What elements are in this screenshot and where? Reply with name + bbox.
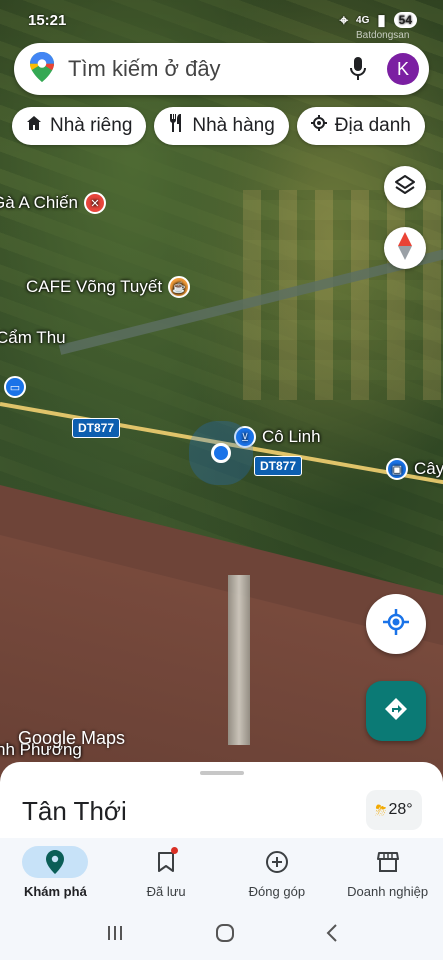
directions-icon (384, 697, 408, 726)
restaurant-icon (168, 114, 184, 138)
place-label[interactable]: Cẩm Thu (0, 328, 66, 348)
bottom-nav: Khám phá Đã lưu Đóng góp Doanh nghiệp (0, 838, 443, 910)
poi-restaurant[interactable]: Gà A Chiến ✕ (0, 192, 107, 214)
explore-pin-icon (22, 846, 89, 878)
poi-label: Cô Linh (262, 427, 321, 446)
weather-temp: 28° (388, 801, 413, 818)
nav-contribute[interactable]: Đóng góp (222, 838, 333, 910)
nav-label: Đóng góp (248, 884, 306, 899)
avatar[interactable]: K (387, 53, 419, 85)
thunderstorm-icon: ⛈ (375, 801, 387, 818)
compass-icon (398, 231, 412, 265)
poi-cafe[interactable]: CAFE Võng Tuyết ☕ (26, 276, 191, 298)
microphone-icon[interactable] (341, 52, 375, 86)
chip-landmark[interactable]: Địa danh (296, 107, 425, 145)
layers-button[interactable] (384, 166, 426, 208)
store-icon (355, 846, 421, 878)
notification-dot (170, 847, 178, 854)
network-indicator: 4G (356, 14, 370, 26)
cafe-icon: ☕ (168, 276, 191, 298)
home-button-icon[interactable] (215, 923, 235, 948)
poi-label: Gà A Chiến (0, 193, 79, 212)
my-location-icon (383, 608, 409, 640)
system-nav-bar (0, 910, 443, 960)
poi-label: CAFE Võng Tuyết (26, 277, 163, 296)
chip-home[interactable]: Nhà riêng (12, 107, 147, 145)
directions-button[interactable] (366, 681, 426, 741)
chip-restaurant[interactable]: Nhà hàng (154, 107, 289, 145)
maps-pin-logo-icon (30, 51, 54, 87)
landmark-icon (310, 115, 327, 137)
recent-apps-icon[interactable] (106, 925, 124, 946)
google-maps-logo: Google Maps (18, 728, 126, 748)
poi-shop[interactable]: ⊻ Cô Linh (234, 426, 321, 448)
chip-label: Địa danh (334, 115, 411, 136)
nav-label: Khám phá (23, 884, 87, 899)
search-input[interactable]: Tìm kiếm ở đây (68, 56, 341, 82)
road-shield: DT877 (254, 456, 303, 476)
signal-icon: ▮ (377, 12, 386, 29)
nav-business[interactable]: Doanh nghiệp (332, 838, 443, 910)
category-chips: Nhà riêng Nhà hàng Địa danh (12, 107, 425, 145)
location-icon: ⌖ (339, 11, 349, 29)
shopping-bag-icon: ▣ (386, 458, 408, 480)
compass-button[interactable] (384, 227, 426, 269)
chip-label: Nhà hàng (192, 115, 275, 136)
status-time: 15:21 (28, 11, 67, 29)
restaurant-icon: ✕ (84, 192, 107, 214)
sheet-handle[interactable] (200, 771, 244, 775)
battery-indicator: 54 (393, 12, 417, 28)
nav-explore[interactable]: Khám phá (0, 838, 111, 910)
shopping-cart-icon: ⊻ (234, 426, 256, 448)
home-icon (26, 115, 42, 137)
road-shield: DT877 (72, 418, 121, 438)
chip-label: Nhà riêng (50, 115, 133, 136)
current-location-marker (211, 443, 231, 463)
poi-label: Cây (414, 459, 443, 478)
nav-label: Đã lưu (146, 884, 186, 899)
add-circle-icon (244, 846, 310, 878)
nav-saved[interactable]: Đã lưu (111, 838, 222, 910)
weather-chip[interactable]: ⛈ 28° (366, 790, 422, 830)
back-icon[interactable] (326, 923, 338, 947)
nav-label: Doanh nghiệp (347, 884, 429, 899)
bookmark-icon (133, 846, 199, 878)
watermark: Batdongsan (356, 30, 410, 41)
poi-store[interactable]: ▣ Cây (386, 458, 443, 480)
bus-stop-icon[interactable]: ▭ (4, 376, 26, 398)
layers-icon (394, 174, 416, 201)
search-bar[interactable]: Tìm kiếm ở đây K (14, 43, 429, 95)
my-location-button[interactable] (366, 594, 426, 654)
place-title: Tân Thới (22, 796, 127, 826)
